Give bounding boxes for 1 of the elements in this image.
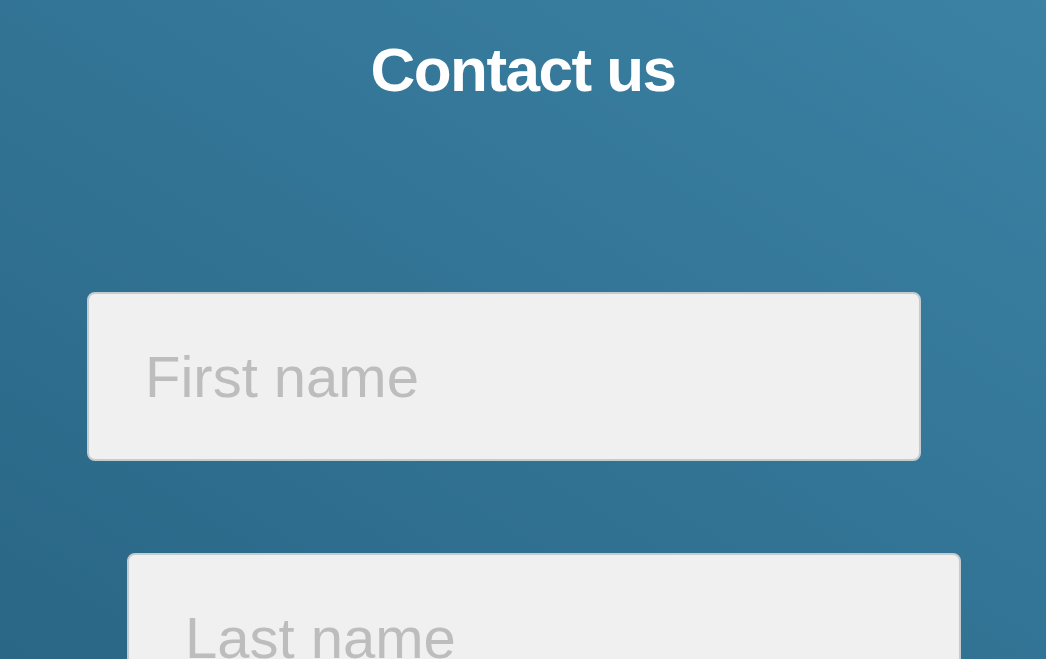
page-title: Contact us: [370, 34, 676, 106]
